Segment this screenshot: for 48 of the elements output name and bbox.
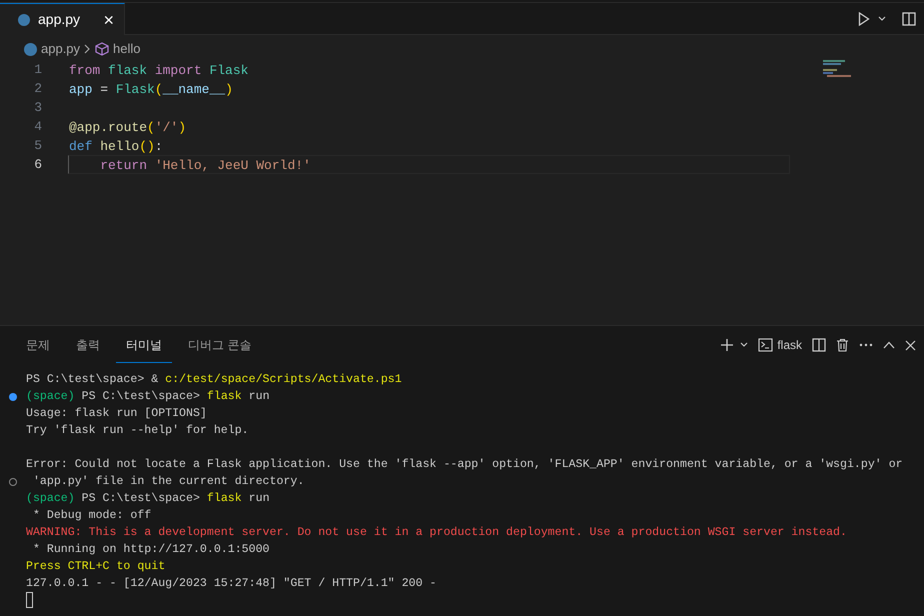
minimap-drawing	[823, 60, 851, 77]
line-number: 5	[33, 137, 43, 155]
terminal-icon	[758, 338, 774, 352]
terminal-line: Press CTRL+C to quit	[26, 559, 166, 575]
editor-tab[interactable]: app.py ×	[0, 3, 125, 35]
terminal-line: Try 'flask run --help' for help.	[26, 423, 249, 439]
chevron-right-icon	[84, 44, 92, 54]
command-status-icon[interactable]	[9, 478, 17, 486]
terminal-line: WARNING: This is a development server. Do not use it in a production deployment. Use a production WSGI server instead.	[26, 525, 847, 541]
terminal-line: (space) PS C:\test\space> flask run	[26, 389, 270, 405]
breadcrumb-item[interactable]: app.py	[41, 39, 80, 59]
terminal-name[interactable]: flask	[777, 336, 802, 354]
breadcrumb-item[interactable]: hello	[113, 39, 141, 59]
line-number: 3	[33, 99, 43, 117]
code-line: @app.route('/')	[68, 119, 188, 136]
panel-tab[interactable]: 출력	[66, 327, 110, 363]
terminal-line: 127.0.0.1 - - [12/Aug/2023 15:27:48] "GET / HTTP/1.1" 200 -	[26, 576, 436, 592]
split-editor-icon[interactable]	[902, 12, 916, 26]
chevron-down-icon[interactable]	[740, 342, 748, 348]
split-terminal-icon[interactable]	[812, 338, 826, 352]
code-line: app = Flask(__name__)	[68, 81, 234, 98]
terminal-line: * Debug mode: off	[32, 508, 152, 524]
chevron-up-icon[interactable]	[883, 341, 895, 349]
terminal-line: Usage: flask run [OPTIONS]	[26, 406, 207, 422]
line-number: 6	[33, 156, 43, 174]
chevron-down-icon[interactable]	[878, 16, 886, 22]
code-line: from flask import Flask	[68, 62, 250, 79]
terminal-line: 'app.py' file in the current directory.	[32, 474, 304, 490]
line-number: 2	[33, 80, 43, 98]
panel-tab[interactable]: 디버그 콘솔	[178, 327, 262, 363]
trash-icon[interactable]	[836, 338, 849, 352]
line-number: 1	[33, 61, 43, 79]
more-icon[interactable]	[859, 343, 873, 347]
terminal-line: PS C:\test\space> & c:/test/space/Scripts/Activate.ps1	[26, 372, 402, 388]
terminal-line: (space) PS C:\test\space> flask run	[26, 491, 270, 507]
line-number: 4	[33, 118, 43, 136]
cube-icon	[95, 42, 110, 56]
close-icon[interactable]	[905, 340, 916, 350]
panel-tab[interactable]: 터미널	[116, 327, 172, 363]
panel-tab[interactable]: 문제	[16, 327, 60, 363]
close-button[interactable]: ×	[103, 10, 114, 28]
terminal-cursor	[26, 592, 33, 608]
command-status-icon[interactable]	[9, 392, 17, 400]
run-icon[interactable]	[858, 12, 870, 26]
code-line: def hello():	[68, 138, 164, 155]
terminal-line: Error: Could not locate a Flask application. Use the 'flask --app' option, 'FLASK_APP' environment variable, or a 'wsgi.py' or	[26, 457, 903, 473]
plus-icon[interactable]	[720, 338, 734, 352]
terminal-line: * Running on http://127.0.0.1:5000	[32, 542, 270, 558]
